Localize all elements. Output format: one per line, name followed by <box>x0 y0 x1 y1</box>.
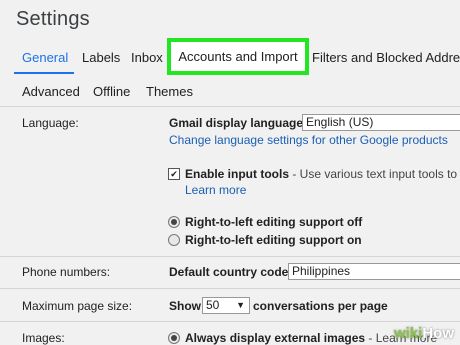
change-language-link[interactable]: Change language settings for other Googl… <box>169 133 448 147</box>
tab-filters-and-blocked-addresses[interactable]: Filters and Blocked Addres <box>312 50 460 65</box>
radio-selected-icon[interactable] <box>168 216 180 228</box>
tab-advanced[interactable]: Advanced <box>22 84 80 99</box>
max-page-size-label: Maximum page size: <box>22 299 133 313</box>
enable-input-tools-label: Enable input tools - Use various text in… <box>185 167 460 181</box>
tab-general[interactable]: General <box>22 50 68 65</box>
country-code-label: Default country code: <box>169 265 293 279</box>
dropdown-arrow-icon: ▼ <box>236 300 245 310</box>
conversations-per-page-label: conversations per page <box>253 299 388 313</box>
checkbox-checked-icon[interactable]: ✔ <box>168 168 180 180</box>
section-divider <box>0 288 460 289</box>
language-label: Language: <box>22 116 79 130</box>
tab-accounts-and-import[interactable]: Accounts and Import <box>167 38 309 75</box>
show-label: Show <box>169 299 201 313</box>
radio-selected-icon[interactable] <box>168 332 180 344</box>
rtl-off-label: Right-to-left editing support off <box>185 215 363 229</box>
tab-offline[interactable]: Offline <box>93 84 130 99</box>
tab-themes[interactable]: Themes <box>146 84 193 99</box>
tab-inbox[interactable]: Inbox <box>131 50 163 65</box>
display-language-select[interactable]: English (US) <box>302 114 460 131</box>
section-divider <box>0 321 460 322</box>
input-tools-learn-more-link[interactable]: Learn more <box>185 183 246 197</box>
phone-numbers-label: Phone numbers: <box>22 265 111 279</box>
page-size-value: 50 <box>206 298 220 312</box>
rtl-on-label: Right-to-left editing support on <box>185 233 362 247</box>
tab-labels[interactable]: Labels <box>82 50 120 65</box>
watermark-prefix: wiki <box>393 325 423 342</box>
enable-input-tools-title: Enable input tools <box>185 167 289 181</box>
watermark-suffix: How <box>422 325 454 342</box>
page-size-select[interactable]: 50 ▼ <box>202 297 250 314</box>
display-language-value: English (US) <box>306 115 374 129</box>
enable-input-tools-description: - Use various text input tools to t <box>289 167 460 181</box>
section-divider <box>0 256 460 257</box>
tabs-divider <box>0 106 460 107</box>
always-display-images-title: Always display external images <box>185 331 366 345</box>
wikihow-watermark: wikiHow <box>394 325 454 342</box>
country-code-value: Philippines <box>292 264 351 278</box>
images-label: Images: <box>22 331 65 345</box>
page-title: Settings <box>16 8 90 30</box>
tab-accounts-and-import-label: Accounts and Import <box>178 49 298 64</box>
radio-unselected-icon[interactable] <box>168 234 180 246</box>
display-language-label: Gmail display language: <box>169 116 308 130</box>
active-tab-indicator <box>14 72 74 74</box>
country-code-select[interactable]: Philippines <box>288 263 460 280</box>
